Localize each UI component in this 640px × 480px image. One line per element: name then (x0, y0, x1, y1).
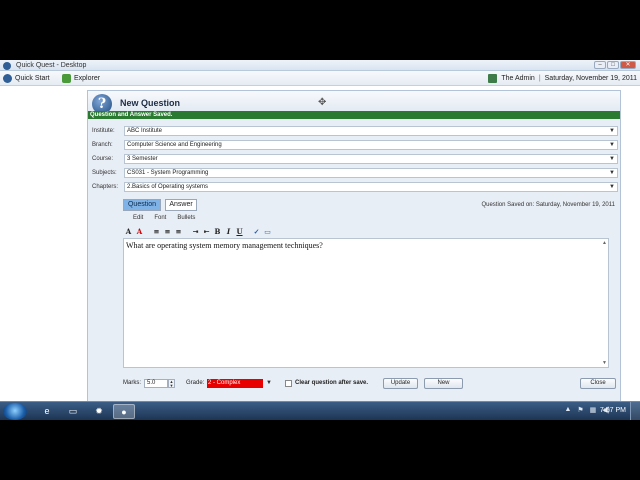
branch-row: Branch: Computer Science and Engineering… (92, 139, 618, 150)
explorer-folder-icon[interactable]: ▭ (62, 404, 84, 419)
chevron-down-icon: ▼ (609, 169, 615, 176)
chapters-row: Chapters: 2.Basics of Operating systems … (92, 181, 618, 192)
bold-icon[interactable]: B (213, 227, 222, 236)
window-controls: – □ ✕ (594, 61, 636, 69)
align-left-icon[interactable]: ≡ (152, 227, 161, 236)
menu-font[interactable]: Font (154, 215, 166, 221)
align-center-icon[interactable]: ≡ (163, 227, 172, 236)
subjects-row: Subjects: CS031 - System Programming ▼ (92, 167, 618, 178)
scroll-down-icon[interactable]: ▼ (602, 360, 607, 366)
subjects-label: Subjects: (92, 169, 117, 176)
title-bar: Quick Quest - Desktop – □ ✕ (0, 60, 640, 71)
spellcheck-icon[interactable]: ✓ (252, 227, 261, 236)
windows-taskbar: e ▭ ✹ ● ▲ ⚑ ▦ ◀) 7:57 PM (0, 401, 640, 420)
update-button[interactable]: Update (383, 378, 418, 389)
chevron-down-icon: ▼ (609, 155, 615, 162)
taskbar-clock[interactable]: 7:57 PM (600, 407, 626, 414)
window-title: Quick Quest - Desktop (16, 62, 87, 69)
close-button[interactable]: Close (580, 378, 616, 389)
chevron-down-icon: ▼ (609, 183, 615, 190)
format-toolbar: A A ≡ ≡ ≡ ⇥ ⇤ B I U ✓ ▭ (124, 226, 272, 236)
chapters-value: 2.Basics of Operating systems (127, 183, 209, 190)
current-date: Saturday, November 19, 2011 (544, 75, 637, 82)
course-row: Course: 3 Semester ▼ (92, 153, 618, 164)
app-icon (3, 62, 11, 70)
institute-select[interactable]: ABC Institute ▼ (124, 125, 618, 136)
marks-label: Marks: (123, 380, 141, 386)
chapters-select[interactable]: 2.Basics of Operating systems ▼ (124, 181, 618, 192)
font-color-icon[interactable]: A (135, 227, 144, 236)
chevron-down-icon: ▼ (609, 141, 615, 148)
branch-select[interactable]: Computer Science and Engineering ▼ (124, 139, 618, 150)
tray-arrow-icon[interactable]: ▲ (564, 406, 571, 414)
subjects-value: CS031 - System Programming (127, 169, 209, 176)
explorer-button[interactable]: Explorer (62, 74, 100, 83)
italic-icon[interactable]: I (224, 227, 233, 236)
explorer-label: Explorer (74, 75, 101, 82)
subjects-select[interactable]: CS031 - System Programming ▼ (124, 167, 618, 178)
branch-value: Computer Science and Engineering (127, 141, 222, 148)
media-player-icon[interactable]: ✹ (88, 404, 110, 419)
saved-banner: Question and Answer Saved. (88, 111, 620, 119)
question-saved-on: Question Saved on: Saturday, November 19… (481, 202, 615, 208)
main-toolbar: Quick Start Explorer The Admin | Saturda… (0, 71, 640, 86)
chapters-label: Chapters: (92, 183, 119, 190)
user-name: The Admin (501, 75, 535, 82)
underline-icon[interactable]: U (235, 227, 244, 236)
menu-edit[interactable]: Edit (133, 215, 143, 221)
toolbar-separator (146, 227, 150, 236)
align-right-icon[interactable]: ≡ (174, 227, 183, 236)
close-window-button[interactable]: ✕ (620, 61, 636, 69)
user-info: The Admin | Saturday, November 19, 2011 (488, 74, 637, 83)
admin-icon (488, 74, 498, 83)
marks-input[interactable]: 5.0 (144, 379, 168, 388)
scroll-up-icon[interactable]: ▲ (602, 240, 607, 246)
insert-icon[interactable]: ▭ (263, 227, 272, 236)
clear-question-checkbox[interactable] (285, 380, 292, 387)
question-editor[interactable]: What are operating system memory managem… (123, 238, 609, 368)
show-desktop-button[interactable] (630, 402, 640, 420)
branch-label: Branch: (92, 141, 113, 148)
grade-select[interactable]: 2 - Complex (207, 379, 263, 388)
course-label: Course: (92, 155, 114, 162)
institute-label: Institute: (92, 127, 115, 134)
explorer-icon (62, 74, 71, 83)
chevron-down-icon: ▼ (609, 127, 615, 134)
institute-value: ABC Institute (127, 127, 163, 134)
tab-answer[interactable]: Answer (165, 199, 197, 211)
grade-label: Grade: (186, 380, 205, 386)
marks-stepper[interactable]: ▲ ▼ (168, 379, 175, 388)
tab-question[interactable]: Question (123, 199, 161, 211)
quick-start-label: Quick Start (15, 75, 50, 82)
clear-question-label: Clear question after save. (295, 380, 369, 386)
start-button[interactable] (3, 403, 27, 420)
maximize-button[interactable]: □ (607, 61, 619, 69)
quick-start-icon (3, 74, 12, 83)
indent-icon[interactable]: ⇥ (191, 227, 200, 236)
network-icon[interactable]: ▦ (590, 406, 597, 414)
course-value: 3 Semester (127, 155, 158, 162)
font-size-icon[interactable]: A (124, 227, 133, 236)
course-select[interactable]: 3 Semester ▼ (124, 153, 618, 164)
ie-icon[interactable]: e (36, 404, 58, 419)
panel-header: ? New Question ✥ (88, 91, 620, 114)
flag-icon[interactable]: ⚑ (577, 406, 583, 414)
institute-row: Institute: ABC Institute ▼ (92, 125, 618, 136)
separator: | (538, 75, 541, 82)
quick-quest-taskbar-icon[interactable]: ● (113, 404, 135, 419)
toolbar-separator (185, 227, 189, 236)
menu-bullets[interactable]: Bullets (177, 215, 195, 221)
toolbar-separator (246, 227, 250, 236)
move-cursor-icon: ✥ (318, 97, 327, 108)
editor-scrollbar[interactable]: ▲ ▼ (601, 239, 608, 367)
panel-title: New Question (120, 98, 181, 108)
app-screen: Quick Quest - Desktop – □ ✕ Quick Start … (0, 60, 640, 420)
editor-menu: Edit Font Bullets (133, 215, 195, 221)
quick-start-button[interactable]: Quick Start (3, 74, 50, 83)
chevron-down-icon[interactable]: ▼ (264, 379, 274, 388)
outdent-icon[interactable]: ⇤ (202, 227, 211, 236)
minimize-button[interactable]: – (594, 61, 606, 69)
new-button[interactable]: New (424, 378, 463, 389)
question-text: What are operating system memory managem… (126, 241, 323, 250)
